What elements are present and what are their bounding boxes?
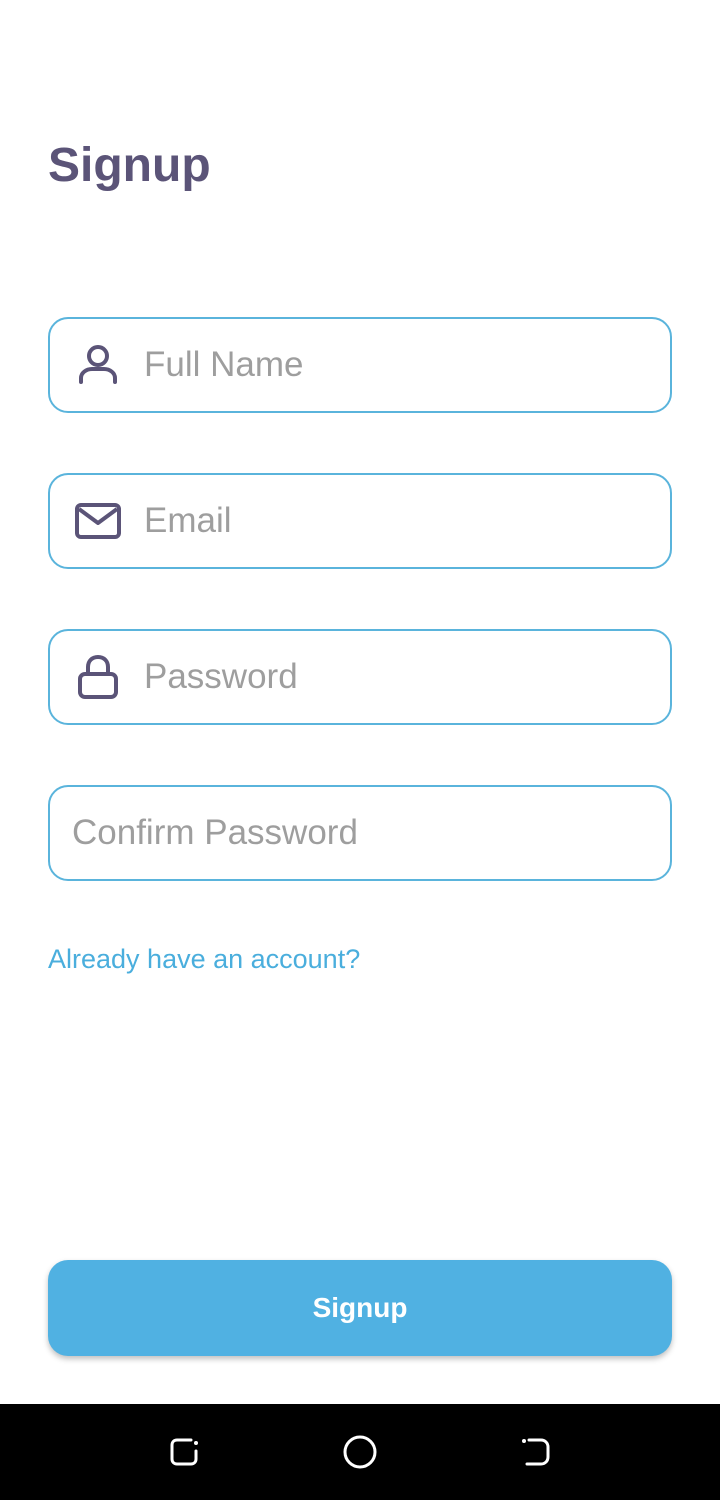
envelope-icon (74, 497, 122, 545)
email-field-container[interactable] (48, 473, 672, 569)
home-icon[interactable] (336, 1428, 384, 1476)
page-title: Signup (48, 139, 211, 192)
lock-icon (74, 653, 122, 701)
full-name-field-container[interactable] (48, 317, 672, 413)
already-have-account-link[interactable]: Already have an account? (48, 944, 360, 975)
system-navigation-bar (0, 1404, 720, 1500)
confirm-password-field-container[interactable] (48, 785, 672, 881)
person-icon (74, 341, 122, 389)
back-icon[interactable] (512, 1428, 560, 1476)
password-input[interactable] (144, 631, 650, 723)
password-field-container[interactable] (48, 629, 672, 725)
email-input[interactable] (144, 475, 650, 567)
signup-button[interactable]: Signup (48, 1260, 672, 1356)
recent-apps-icon[interactable] (160, 1428, 208, 1476)
full-name-input[interactable] (144, 319, 650, 411)
confirm-password-input[interactable] (72, 787, 650, 879)
